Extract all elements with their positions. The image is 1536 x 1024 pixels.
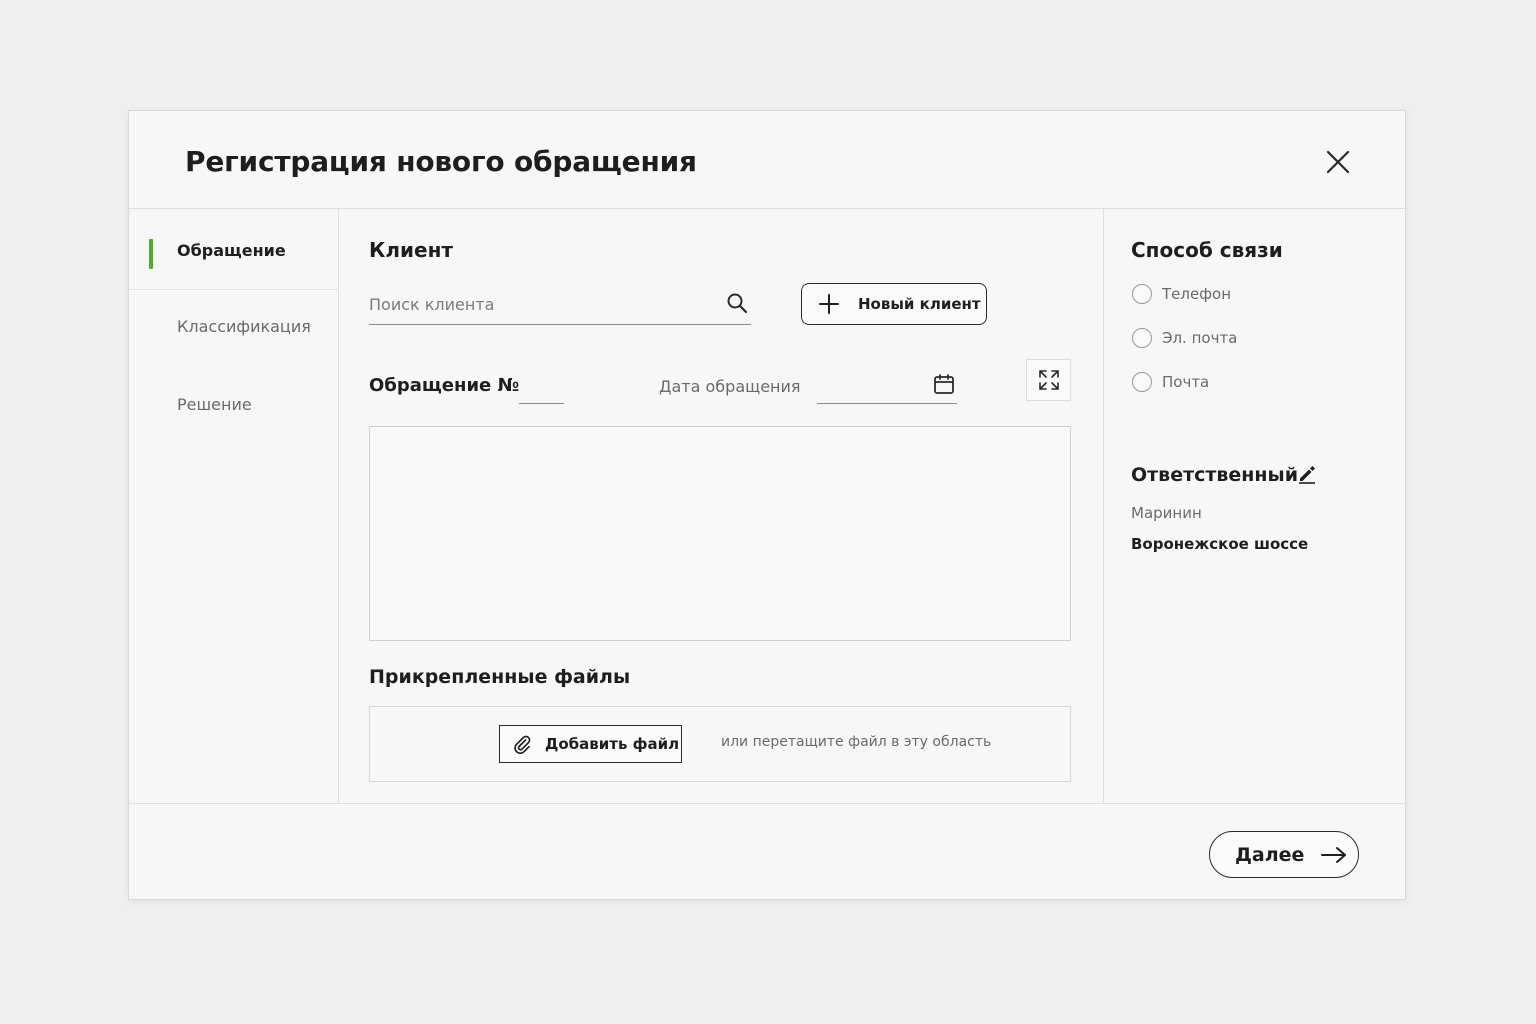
radio-label: Почта <box>1162 373 1210 391</box>
active-step-indicator <box>149 239 153 269</box>
expand-button[interactable] <box>1026 359 1071 401</box>
calendar-icon[interactable] <box>933 373 955 395</box>
close-icon <box>1326 150 1350 174</box>
expand-icon <box>1038 370 1059 390</box>
main-form: Клиент Новый клиент Обращение № Дата обр… <box>339 209 1104 803</box>
contact-option-phone[interactable]: Телефон <box>1132 282 1231 306</box>
pencil-icon[interactable] <box>1297 464 1317 484</box>
contact-option-mail[interactable]: Почта <box>1132 370 1209 394</box>
sidebar-item-appeal[interactable]: Обращение <box>129 212 339 290</box>
dialog-body: Обращение Классификация Решение Клиент П… <box>129 209 1405 803</box>
sidebar-item-solution[interactable]: Решение <box>129 365 339 443</box>
next-label: Далее <box>1235 843 1305 866</box>
radio-button[interactable] <box>1132 284 1152 304</box>
registration-dialog: Регистрация нового обращения Обращение К… <box>128 110 1406 900</box>
responsible-heading: Ответственный <box>1131 464 1299 486</box>
plus-icon <box>819 294 839 314</box>
sidebar-item-classification[interactable]: Классификация <box>129 287 339 365</box>
contact-method-heading: Способ связи <box>1131 238 1283 262</box>
contact-option-email[interactable]: Эл. почта <box>1132 326 1237 350</box>
sidebar-item-label: Решение <box>177 394 252 414</box>
client-search <box>369 289 751 325</box>
new-client-button[interactable]: Новый клиент <box>801 283 987 325</box>
dialog-header: Регистрация нового обращения <box>129 111 1405 209</box>
file-drop-zone[interactable]: Добавить файл или перетащите файл в эту … <box>369 706 1071 782</box>
add-file-label: Добавить файл <box>545 735 680 753</box>
radio-label: Телефон <box>1162 285 1232 303</box>
new-client-label: Новый клиент <box>858 295 981 313</box>
radio-button[interactable] <box>1132 372 1152 392</box>
dialog-title: Регистрация нового обращения <box>185 145 697 178</box>
appeal-date-input[interactable] <box>817 373 922 399</box>
search-icon[interactable] <box>725 291 749 315</box>
appeal-number-input[interactable] <box>519 376 564 404</box>
appeal-text-area[interactable] <box>369 426 1071 641</box>
right-panel: Способ связи Телефон Эл. почта Почта Отв… <box>1104 209 1407 803</box>
sidebar-item-label: Обращение <box>177 241 286 260</box>
arrow-right-icon <box>1321 846 1347 863</box>
next-button[interactable]: Далее <box>1209 831 1359 878</box>
responsible-name: Маринин <box>1131 504 1202 522</box>
close-button[interactable] <box>1323 147 1353 177</box>
appeal-date-field <box>817 369 957 404</box>
client-search-input[interactable] <box>369 289 709 319</box>
steps-sidebar: Обращение Классификация Решение <box>129 209 339 803</box>
radio-label: Эл. почта <box>1162 329 1238 347</box>
appeal-date-label: Дата обращения <box>659 377 801 396</box>
client-heading: Клиент <box>369 238 453 262</box>
dialog-footer: Далее <box>129 803 1405 901</box>
attachments-heading: Прикрепленные файлы <box>369 666 631 688</box>
responsible-location: Воронежское шоссе <box>1131 535 1309 553</box>
add-file-button[interactable]: Добавить файл <box>499 725 682 763</box>
sidebar-item-label: Классификация <box>177 316 311 336</box>
paperclip-icon <box>514 735 531 754</box>
drop-hint: или перетащите файл в эту область <box>721 734 992 750</box>
appeal-number-label: Обращение № <box>369 375 520 396</box>
radio-button[interactable] <box>1132 328 1152 348</box>
